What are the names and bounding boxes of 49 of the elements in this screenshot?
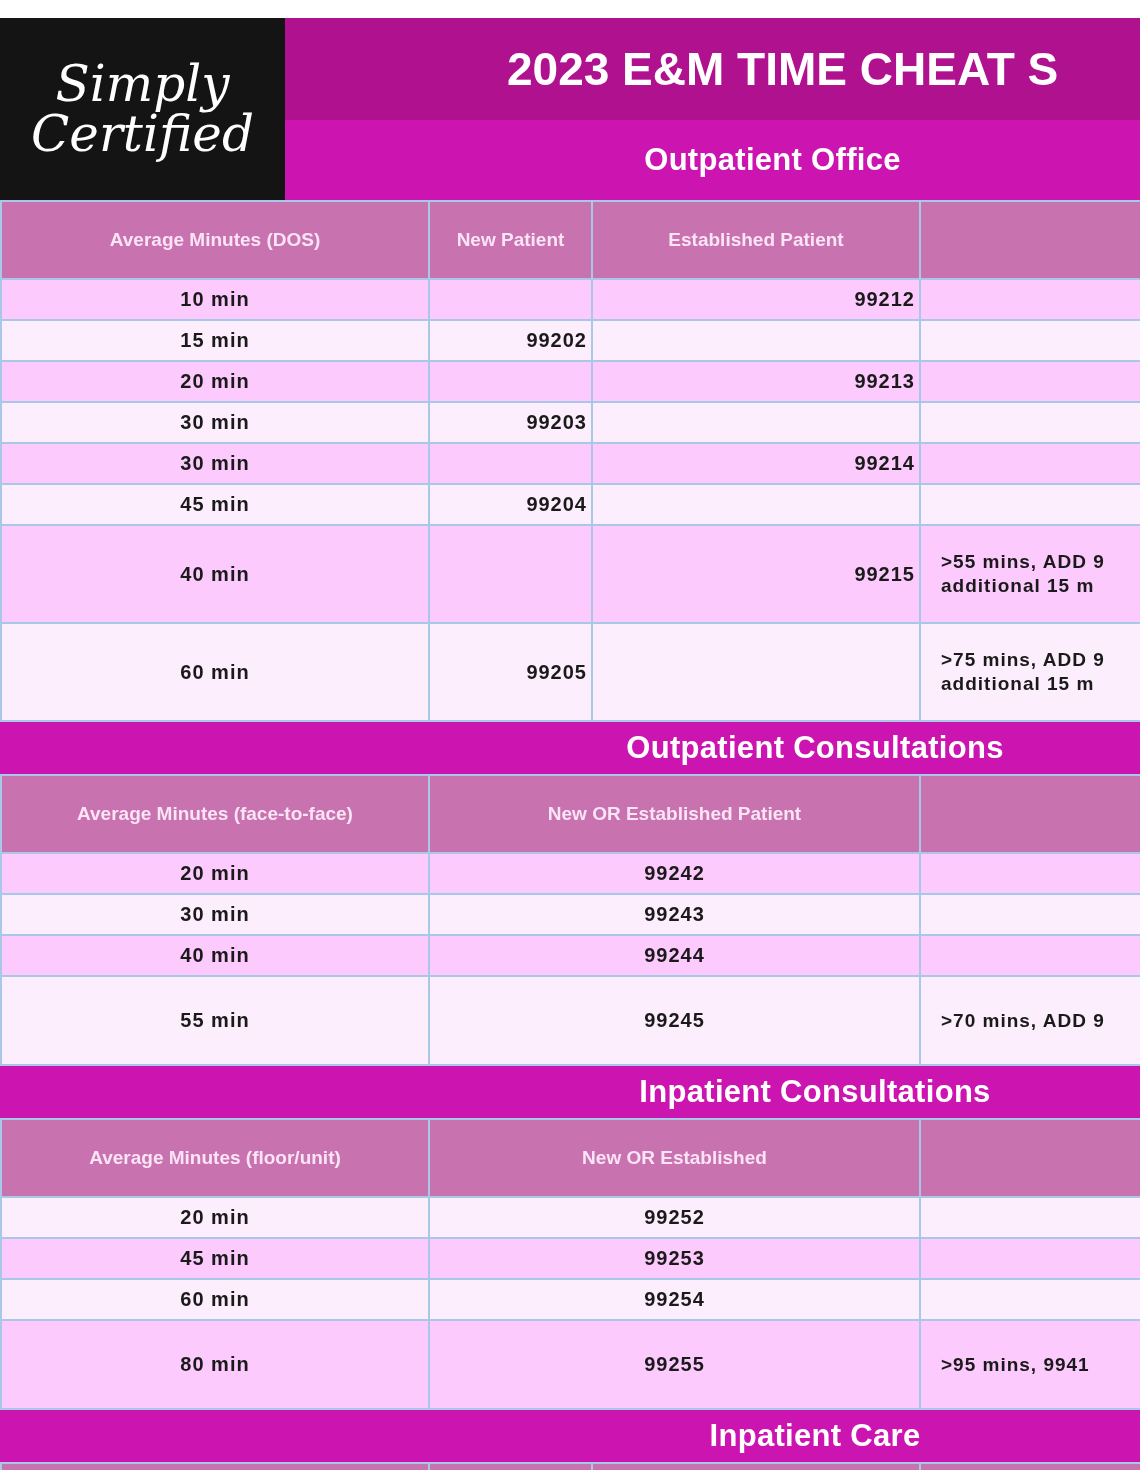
table-cell: 99215 bbox=[591, 524, 919, 622]
table-cell: 30 min bbox=[0, 893, 428, 934]
table-cell: 99213 bbox=[591, 360, 919, 401]
table-cell: 10 min bbox=[0, 278, 428, 319]
table-cell: 45 min bbox=[0, 483, 428, 524]
table-cell: 99212 bbox=[591, 278, 919, 319]
table-cell: 60 min bbox=[0, 1278, 428, 1319]
table-cell: >75 mins, ADD 9 additional 15 m bbox=[919, 622, 1140, 720]
section-header: Inpatient Care bbox=[0, 1408, 1140, 1462]
table-cell: 99245 bbox=[428, 975, 919, 1064]
table-cell: 20 min bbox=[0, 360, 428, 401]
table-cell: 45 min bbox=[0, 1237, 428, 1278]
section-header: Outpatient Office bbox=[285, 120, 1140, 200]
table-cell: 40 min bbox=[0, 524, 428, 622]
logo: Simply Certified bbox=[0, 18, 285, 200]
table-cell: 15 min bbox=[0, 319, 428, 360]
table-cell: 99204 bbox=[428, 483, 591, 524]
table-cell: 30 min bbox=[0, 401, 428, 442]
column-header: Average Minutes (face-to-face) bbox=[0, 774, 428, 852]
table-cell: 99252 bbox=[428, 1196, 919, 1237]
column-header: Established Patient bbox=[591, 200, 919, 278]
table-cell: 99254 bbox=[428, 1278, 919, 1319]
title-bar: 2023 E&M TIME CHEAT S bbox=[285, 18, 1140, 120]
table-cell: 99205 bbox=[428, 622, 591, 720]
section-header: Inpatient Consultations bbox=[0, 1064, 1140, 1118]
table-cell: 99202 bbox=[428, 319, 591, 360]
table-cell: >70 mins, ADD 9 bbox=[919, 975, 1140, 1064]
column-header: Average Minutes (DOS) bbox=[0, 200, 428, 278]
table-cell: 99253 bbox=[428, 1237, 919, 1278]
table-cell: 60 min bbox=[0, 622, 428, 720]
table-cell: 20 min bbox=[0, 1196, 428, 1237]
table-cell: 99203 bbox=[428, 401, 591, 442]
table-cell: 99244 bbox=[428, 934, 919, 975]
table-cell: 99255 bbox=[428, 1319, 919, 1408]
table-cell: 99214 bbox=[591, 442, 919, 483]
table-cell: 40 min bbox=[0, 934, 428, 975]
section-header: Outpatient Consultations bbox=[0, 720, 1140, 774]
table-cell: >55 mins, ADD 9 additional 15 m bbox=[919, 524, 1140, 622]
table-cell: 55 min bbox=[0, 975, 428, 1064]
column-header: New OR Established bbox=[428, 1118, 919, 1196]
table-cell: >95 mins, 9941 bbox=[919, 1319, 1140, 1408]
table-cell: 30 min bbox=[0, 442, 428, 483]
table-cell: 20 min bbox=[0, 852, 428, 893]
table-cell: 99243 bbox=[428, 893, 919, 934]
column-header: New Patient bbox=[428, 200, 591, 278]
column-header: Average Minutes (floor/unit) bbox=[0, 1118, 428, 1196]
table-cell: 80 min bbox=[0, 1319, 428, 1408]
table-cell: 99242 bbox=[428, 852, 919, 893]
column-header: New OR Established Patient bbox=[428, 774, 919, 852]
